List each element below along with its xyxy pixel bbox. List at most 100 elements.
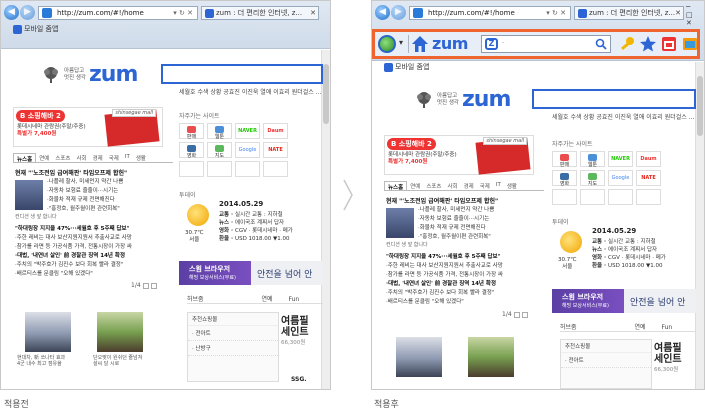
home-icon[interactable] [411, 35, 429, 53]
tab-world[interactable]: 국제 [477, 181, 493, 190]
prev-page-button[interactable] [142, 282, 149, 289]
tab-close-icon[interactable]: ✕ [310, 7, 316, 19]
zum-logo[interactable]: zum [462, 89, 511, 111]
toolbar-search-input[interactable]: Z · [481, 35, 611, 53]
site-shortcut[interactable]: Google [608, 170, 633, 186]
site-shortcut[interactable]: NATE [263, 142, 288, 158]
ie-icon[interactable] [378, 35, 396, 53]
main-search-input[interactable] [161, 64, 323, 84]
hot-keywords[interactable]: 세월호 수색 상황 공효진 이진욱 열애 이효리 원더걸스 ... [552, 112, 694, 121]
line-value[interactable]: 실시간 교통 : 지하철 [608, 239, 656, 245]
promo-text[interactable]: 여름필 세인트 66,300원 [654, 343, 682, 376]
chevron-down-icon[interactable]: · [502, 39, 504, 47]
line-value[interactable]: USD 1018.00 ▼1.00 [235, 236, 289, 242]
site-shortcut[interactable] [235, 161, 260, 177]
forward-button[interactable]: ▶ [391, 5, 406, 20]
calendar-icon[interactable] [660, 35, 678, 53]
favorites-link[interactable]: 모바일 줌앱 [384, 63, 429, 72]
site-shortcut[interactable] [636, 189, 661, 205]
list-item[interactable]: ·"홍정호, 월주월이편 관련회복" [47, 205, 123, 214]
hot-keywords[interactable]: 세월호 수색 상황 공효진 이진욱 열애 이효리 원더걸스 ... [179, 87, 321, 96]
site-shortcut[interactable]: NAVER [235, 123, 260, 139]
list-item[interactable]: ·나플레 할사, 미세먼지 약간 나쁨 [47, 178, 123, 187]
prev-page-button[interactable] [513, 311, 520, 318]
tab-news-home[interactable]: 뉴스홈 [13, 153, 37, 163]
site-shortcut[interactable]: 지도 [580, 170, 605, 187]
site-shortcut[interactable] [207, 161, 232, 177]
news-photo[interactable] [396, 337, 442, 377]
list-item[interactable]: · 난방구 [188, 341, 278, 356]
ad-banner[interactable]: B 소핑해바 2 롯데시네마 관람권(주말/주중) 특별가 7,400원 shi… [384, 135, 534, 175]
tab-world[interactable]: 국제 [106, 153, 122, 162]
list-item[interactable]: ·주한 레비는 대사 보산지원지원서 추출사교로 사망 [15, 234, 132, 243]
safety-banner[interactable]: 안전을 넘어 안 [251, 261, 323, 285]
tab-entertainment[interactable]: 연예 [261, 296, 272, 303]
list-item[interactable]: · 전아트 [188, 326, 278, 341]
browser-banner[interactable]: 스윔 브라우저 해빙 보상서비스(무료) [552, 289, 624, 313]
list-item[interactable]: ·배르티스를 문클림 "오해 있겠다" [386, 298, 503, 307]
tab-society[interactable]: 사회 [74, 153, 90, 162]
tab-sports[interactable]: 스포츠 [423, 181, 444, 190]
address-bar[interactable]: http://zum.com/#!/home ▾ ↻ ✕ [38, 6, 198, 20]
star-icon[interactable] [639, 35, 657, 53]
main-search-input[interactable] [532, 89, 696, 109]
tab-life[interactable]: 생활 [504, 181, 520, 190]
site-shortcut[interactable]: Daum [263, 123, 288, 139]
next-page-button[interactable] [521, 311, 528, 318]
site-shortcut[interactable] [179, 161, 204, 177]
tab-fun[interactable]: Fun [661, 324, 672, 331]
site-shortcut[interactable]: 웹툰 [207, 123, 232, 140]
news-photo[interactable] [97, 312, 143, 352]
tab-it[interactable]: IT [122, 153, 133, 162]
tab-it[interactable]: IT [493, 181, 504, 190]
tab-life[interactable]: 생활 [133, 153, 149, 162]
tab-society[interactable]: 사회 [445, 181, 461, 190]
search-icon[interactable] [595, 38, 607, 50]
browser-banner[interactable]: 스윔 브라우저 해빙 보상서비스(무료) [179, 261, 251, 285]
safety-banner[interactable]: 안전을 넘어 안 [624, 289, 696, 313]
news-headline[interactable]: 현재 "'노조전임 급여해판' 타임오프제 합헌" [386, 196, 498, 205]
list-item[interactable]: ·배르티스를 문클림 "오해 있겠다" [15, 270, 132, 279]
list-item[interactable]: ·"홍정호, 월주월이편 관련회복" [418, 233, 494, 242]
back-button[interactable]: ◀ [375, 5, 390, 20]
list-item[interactable]: ·대법, '내연녀 살인' 前 경찰관 징역 14년 확정 [386, 280, 503, 289]
site-shortcut[interactable] [552, 189, 577, 205]
tab-entertainment[interactable]: 연예 [634, 324, 645, 331]
line-value[interactable]: 에이국조 계찌서 답자 [608, 247, 657, 253]
list-item[interactable]: ·자동차 보험료 줄줄이···시기는 [418, 215, 494, 224]
list-item[interactable]: ·화물차 적재 규제 전면해진다 [418, 224, 494, 233]
news-headline[interactable]: 현재 "'노조전임 급여해판' 타임오프제 합헌" [15, 168, 127, 177]
list-item[interactable]: "하대링장 지지율 47%···세월호 후 5주째 답보" [15, 225, 132, 234]
forward-button[interactable]: ▶ [20, 5, 35, 20]
tab-news-home[interactable]: 뉴스홈 [384, 181, 408, 191]
site-shortcut[interactable]: NAVER [608, 151, 633, 167]
window-icon[interactable] [681, 35, 699, 53]
promo-text[interactable]: 여름필 세인트 66,300원 [281, 316, 309, 349]
back-button[interactable]: ◀ [4, 5, 19, 20]
scrollbar-thumb[interactable] [323, 64, 329, 124]
site-shortcut[interactable] [608, 189, 633, 205]
favorites-link[interactable]: 모바일 줌앱 [13, 25, 58, 34]
list-item[interactable]: ·주한 레비는 대사 보산지원지원서 추출사교로 사망 [386, 262, 503, 271]
tab-entertainment[interactable]: 연예 [36, 153, 52, 162]
site-shortcut[interactable]: 판매 [552, 151, 577, 168]
tab-sports[interactable]: 스포츠 [52, 153, 73, 162]
list-item[interactable]: "하대링장 지지율 47%···세월호 후 5주째 답보" [386, 253, 503, 262]
list-item[interactable]: ·주치의 "박주호가 김진수 보다 회복 빨라 결정" [386, 289, 503, 298]
tab-fun[interactable]: Fun [288, 296, 299, 303]
line-value[interactable]: 에이국조 계찌서 답자 [235, 220, 284, 226]
tab-economy[interactable]: 경제 [461, 181, 477, 190]
news-thumbnail[interactable] [15, 180, 43, 210]
photo-caption[interactable]: 단오맞이 원쉬던 줄넘쳐 설씨 달 시로 [93, 355, 142, 367]
window-controls[interactable]: ─ □ ✕ [686, 3, 704, 27]
ad-banner[interactable]: B 소핑해바 2 롯데시네마 관람권(주말/주중) 특별가 7,400원 shi… [13, 107, 163, 147]
line-value[interactable]: CGV · 롯데시네마 · 메가 [608, 255, 666, 261]
tab-close-icon[interactable]: ✕ [675, 7, 681, 19]
photo-caption[interactable]: 현대차, 新 쏘나타 효과 4군 내수 최고 점유율 [17, 355, 65, 367]
refresh-icon[interactable]: ▾ ↻ ✕ [173, 7, 193, 19]
tab-hubzum[interactable]: 허브줌 [560, 324, 577, 331]
news-thumbnail[interactable] [386, 208, 414, 238]
ssg-logo[interactable]: SSG. [291, 376, 307, 383]
tab-economy[interactable]: 경제 [90, 153, 106, 162]
line-value[interactable]: CGV · 롯데시네마 · 메가 [235, 228, 293, 234]
